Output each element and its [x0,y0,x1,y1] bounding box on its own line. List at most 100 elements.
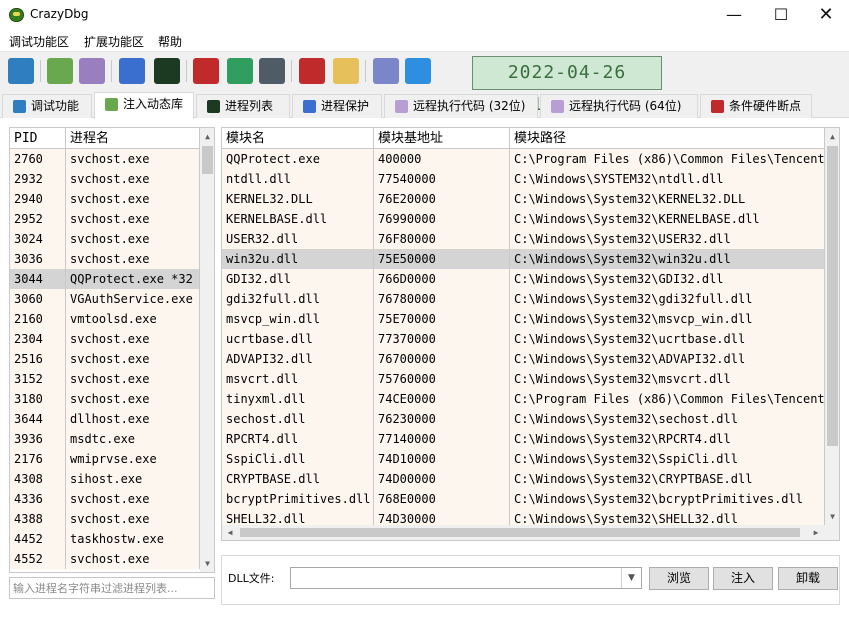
table-row[interactable]: 2952 svchost.exe [10,209,200,229]
table-row[interactable]: ADVAPI32.dll 76700000 C:\Windows\System32\… [222,349,825,369]
process-table-scrollbar[interactable]: ▲ ▼ [200,128,214,572]
table-row[interactable]: bcryptPrimitives.dll 768E0000 C:\Windows\S… [222,489,825,509]
pid-cell: 2176 [10,449,66,469]
scroll-thumb[interactable] [827,146,838,446]
table-row[interactable]: 3060 VGAuthService.exe [10,289,200,309]
scroll-thumb[interactable] [202,146,213,174]
table-row[interactable]: 2940 svchost.exe [10,189,200,209]
menu-debug[interactable]: 调试功能区 [9,33,69,50]
dll-path-input[interactable] [291,568,621,588]
scroll-down-arrow-icon[interactable]: ▼ [200,555,214,572]
table-row[interactable]: 4552 svchost.exe [10,549,200,569]
header-process-name[interactable]: 进程名 [66,128,200,149]
tab-remote-exec-64[interactable]: 远程执行代码 (64位) [540,94,698,118]
help-doc-icon[interactable] [373,58,399,84]
pid-cell: 3936 [10,429,66,449]
tab-debug[interactable]: 调试功能 [2,94,92,118]
table-row[interactable]: ucrtbase.dll 77370000 C:\Windows\System32\… [222,329,825,349]
header-module-name[interactable]: 模块名 [222,128,374,149]
table-row[interactable]: msvcp_win.dll 75E70000 C:\Windows\System32… [222,309,825,329]
table-row[interactable]: ntdll.dll 77540000 C:\Windows\SYSTEM32\ntd… [222,169,825,189]
table-row[interactable]: 3180 svchost.exe [10,389,200,409]
browse-button[interactable]: 浏览 [649,567,709,590]
file-exe-icon[interactable] [79,58,105,84]
table-row[interactable]: 2516 svchost.exe [10,349,200,369]
table-row[interactable]: 3152 svchost.exe [10,369,200,389]
table-row[interactable]: 3044 QQProtect.exe *32 [10,269,200,289]
table-row[interactable]: msvcrt.dll 75760000 C:\Windows\System32\ms… [222,369,825,389]
scroll-right-arrow-icon[interactable]: ▶ [808,524,824,540]
scroll-up-arrow-icon[interactable]: ▲ [200,128,214,145]
module-table-hscrollbar[interactable]: ◀ ▶ [222,524,839,540]
minimize-button[interactable]: — [711,0,757,30]
process-name-cell: svchost.exe [66,509,200,529]
pid-cell: 3152 [10,369,66,389]
module-base-cell: 75E70000 [374,309,510,329]
table-row[interactable]: tinyxml.dll 74CE0000 C:\Program Files (x86… [222,389,825,409]
dropdown-arrow-icon[interactable]: ▼ [621,568,641,588]
scroll-left-arrow-icon[interactable]: ◀ [222,524,238,540]
table-row[interactable]: 3936 msdtc.exe [10,429,200,449]
dll-file-combobox[interactable]: ▼ [290,567,642,589]
table-row[interactable]: 2304 svchost.exe [10,329,200,349]
tab-inject-dll[interactable]: 注入动态库 [94,92,194,119]
tab-process-protect[interactable]: 进程保护 [292,94,382,118]
unload-button[interactable]: 卸载 [778,567,838,590]
table-row[interactable]: QQProtect.exe 400000 C:\Program Files (x86… [222,149,825,169]
menu-extension[interactable]: 扩展功能区 [84,33,144,50]
table-row[interactable]: USER32.dll 76F80000 C:\Windows\System32\US… [222,229,825,249]
hardware-breakpoint-icon[interactable] [193,58,219,84]
scroll-thumb[interactable] [240,528,800,537]
scroll-down-arrow-icon[interactable]: ▼ [825,508,839,525]
process-filter-input[interactable] [9,577,215,599]
module-path-cell: C:\Windows\System32\ucrtbase.dll [510,329,825,349]
table-row[interactable]: KERNELBASE.dll 76990000 C:\Windows\System3… [222,209,825,229]
table-row[interactable]: SspiCli.dll 74D10000 C:\Windows\System32\S… [222,449,825,469]
syringe-icon[interactable] [47,58,73,84]
table-row[interactable]: 4452 taskhostw.exe [10,529,200,549]
table-row[interactable]: 2160 vmtoolsd.exe [10,309,200,329]
menu-help[interactable]: 帮助 [158,33,182,50]
table-row[interactable]: 3024 svchost.exe [10,229,200,249]
debug-window-icon[interactable] [8,58,34,84]
process-table: PID 进程名 2760 svchost.exe 2932 svchost.exe 29… [9,127,215,573]
table-row[interactable]: CRYPTBASE.dll 74D00000 C:\Windows\System32… [222,469,825,489]
table-row[interactable]: 3644 dllhost.exe [10,409,200,429]
swap-arrows-icon[interactable] [227,58,253,84]
table-row[interactable]: win32u.dll 75E50000 C:\Windows\System32\wi… [222,249,825,269]
module-table-vscrollbar[interactable]: ▲ ▼ [825,128,839,525]
table-row[interactable]: sechost.dll 76230000 C:\Windows\System32\s… [222,409,825,429]
document-icon[interactable] [333,58,359,84]
module-base-cell: 74D00000 [374,469,510,489]
table-row[interactable]: GDI32.dll 766D0000 C:\Windows\System32\GDI… [222,269,825,289]
table-row[interactable]: gdi32full.dll 76780000 C:\Windows\System32… [222,289,825,309]
header-pid[interactable]: PID [10,128,66,149]
table-row[interactable]: 2176 wmiprvse.exe [10,449,200,469]
table-row[interactable]: 4336 svchost.exe [10,489,200,509]
scroll-up-arrow-icon[interactable]: ▲ [825,128,839,145]
megaphone-icon[interactable] [299,58,325,84]
memory-dump-icon[interactable] [259,58,285,84]
pid-cell: 2940 [10,189,66,209]
maximize-button[interactable]: ☐ [758,0,804,30]
table-row[interactable]: 4308 sihost.exe [10,469,200,489]
header-module-base[interactable]: 模块基地址 [374,128,510,149]
table-row[interactable]: 4388 svchost.exe [10,509,200,529]
table-row[interactable]: 2760 svchost.exe [10,149,200,169]
table-row[interactable]: 2932 svchost.exe [10,169,200,189]
close-button[interactable]: ✕ [803,0,849,30]
tab-remote-exec-32[interactable]: 远程执行代码 (32位) [384,94,538,118]
info-icon[interactable] [405,58,431,84]
process-monitor-icon[interactable] [154,58,180,84]
tab-hardware-breakpoint[interactable]: 条件硬件断点 [700,94,812,118]
process-name-cell: svchost.exe [66,149,200,169]
module-table: 模块名 模块基地址 模块路径 QQProtect.exe 400000 C:\Pro… [221,127,840,541]
tab-process-list[interactable]: 进程列表 [196,94,290,118]
shield-icon[interactable] [119,58,145,84]
toolbar-separator [365,60,366,82]
table-row[interactable]: 3036 svchost.exe [10,249,200,269]
table-row[interactable]: KERNEL32.DLL 76E20000 C:\Windows\System32\… [222,189,825,209]
table-row[interactable]: RPCRT4.dll 77140000 C:\Windows\System32\RP… [222,429,825,449]
header-module-path[interactable]: 模块路径 [510,128,825,149]
inject-button[interactable]: 注入 [713,567,773,590]
